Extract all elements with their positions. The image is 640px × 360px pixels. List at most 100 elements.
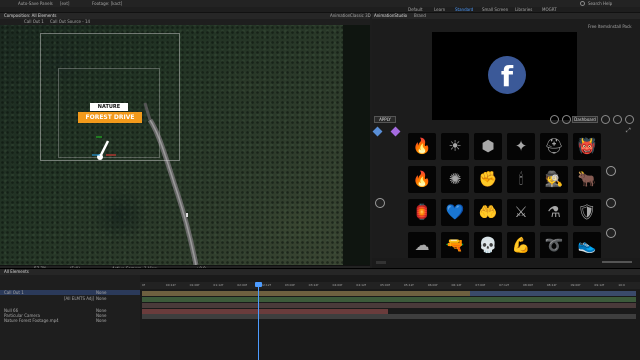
tab-animation-studio[interactable]: AnimationStudio [374, 13, 407, 18]
lantern-icon[interactable]: 🏮 [408, 199, 436, 226]
fire-bowl-icon[interactable]: 🔥 [408, 133, 436, 160]
layer-mode[interactable]: None [96, 296, 106, 301]
arm-icon[interactable]: 💪 [507, 232, 535, 259]
layer-mode[interactable]: None [96, 290, 106, 295]
layer-bar[interactable] [470, 291, 636, 296]
blue-gem-icon[interactable] [372, 126, 383, 137]
purple-gem-icon[interactable] [390, 126, 401, 137]
detective-icon[interactable]: 🕵 [540, 166, 568, 193]
ruler-tick: 06:12f [451, 283, 462, 287]
ruler-tick: 03:00f [284, 283, 295, 287]
helmet-icon[interactable]: ⛑ [540, 133, 568, 160]
zoom-slider[interactable] [602, 261, 632, 263]
dashboard-button[interactable]: Dashboard [572, 116, 598, 123]
menu-ext-label[interactable]: [ext] [60, 1, 69, 6]
next-arrow-icon[interactable] [606, 198, 616, 208]
layer-row[interactable]: Nature Forest Footage.mp4 None [0, 318, 140, 323]
tab-brand[interactable]: Brand [414, 13, 426, 18]
animation-studio-panel: AnimationStudio Brand Free Items Install… [372, 13, 640, 268]
ruler-tick: 08:12f [546, 283, 557, 287]
potion-icon[interactable]: ⚗ [540, 199, 568, 226]
layer-bar[interactable] [142, 291, 470, 296]
shield-icon[interactable]: 🛡 [573, 199, 601, 226]
install-pack-link[interactable]: Install Pack [609, 24, 632, 29]
heart-hand-icon[interactable]: 💙 [441, 199, 469, 226]
fire-fist-icon[interactable]: ✊ [474, 166, 502, 193]
playhead[interactable] [258, 282, 259, 360]
layer-row[interactable]: [All ELMTS Adj] None [0, 296, 140, 301]
refresh-icon[interactable] [601, 115, 610, 124]
apply-button[interactable]: APPLY [374, 116, 396, 123]
icon-grid: 🔥 ☀ ⬢ ✦ ⛑ 👹 🔥 ✺ ✊ 🕯 🕵 🐂 🏮 💙 🤲 ⚔ ⚗ 🛡 ☁ 🔫 💀 💪 ➰ 👟 [408, 133, 604, 259]
scroll-down-icon[interactable] [606, 228, 616, 238]
scroll-up-icon[interactable] [606, 166, 616, 176]
time-ruler[interactable]: 0f 00:12f 01:00f 01:12f 02:00f 02:12f 03:00f 03… [140, 282, 640, 289]
user-icon[interactable] [613, 115, 622, 124]
hand-fire-icon[interactable]: 🤲 [474, 199, 502, 226]
ruler-tick: 02:12f [261, 283, 271, 287]
composition-viewer[interactable]: NATURE FOREST DRIVE [0, 25, 370, 265]
facebook-icon: f [488, 56, 526, 94]
workspace-libraries[interactable]: Libraries [515, 7, 532, 12]
gun-icon[interactable]: 🔫 [441, 232, 469, 259]
stars-icon[interactable]: ✦ [507, 133, 535, 160]
ruler-tick: 06:00f [427, 283, 438, 287]
layer-name: [All ELMTS Adj] [64, 296, 95, 301]
title-top-label[interactable]: NATURE [90, 103, 128, 111]
classic-3d-tab[interactable]: Classic 3D [350, 13, 371, 18]
layer-name: Nature Forest Footage.mp4 [4, 318, 59, 323]
torch-icon[interactable]: 🕯 [507, 166, 535, 193]
layer-row[interactable]: Call Out 1 None [0, 290, 140, 295]
demon-icon[interactable]: 👹 [573, 133, 601, 160]
flame-icon[interactable]: 🔥 [408, 166, 436, 193]
mushroom-cloud-icon[interactable]: ☁ [408, 232, 436, 259]
layer-bar[interactable] [142, 303, 636, 308]
workspace-small-screen[interactable]: Small Screen [482, 7, 508, 12]
skull-icon[interactable]: 💀 [474, 232, 502, 259]
ruler-tick: 04:00f [332, 283, 343, 287]
layer-list: Call Out 1 None [All ELMTS Adj] None Nul… [0, 275, 140, 360]
animation-tab[interactable]: Animation [330, 13, 350, 18]
help-icon[interactable] [625, 115, 634, 124]
expand-icon[interactable]: ⤢ [626, 128, 631, 134]
ruler-tick: 07:12f [499, 283, 509, 287]
blue-spark-icon[interactable]: ✺ [441, 166, 469, 193]
crossed-swords-icon[interactable]: ⚔ [507, 199, 535, 226]
workspace-default[interactable]: Default [408, 7, 423, 12]
sun-burst-icon[interactable]: ☀ [441, 133, 469, 160]
timeline-tab[interactable]: All Elements [4, 269, 29, 274]
right-panel-footer [372, 258, 640, 268]
prev-arrow-icon[interactable] [375, 198, 385, 208]
rope-icon[interactable]: ➰ [540, 232, 568, 259]
red-gem-icon[interactable]: ⬢ [474, 133, 502, 160]
ruler-tick: 0f [142, 283, 145, 287]
layer-mode[interactable]: None [96, 318, 106, 323]
ruler-tick: 02:00f [237, 283, 247, 287]
search-help-label[interactable]: Search Help [588, 1, 612, 6]
ruler-tick: 09:12f [594, 283, 605, 287]
layer-bar[interactable] [142, 297, 636, 302]
pin-pointer-icon[interactable] [92, 135, 122, 163]
layer-bar[interactable] [142, 314, 636, 319]
workspace-mogrt[interactable]: MOGRT [542, 7, 557, 12]
workspace-standard[interactable]: Standard [455, 7, 473, 12]
auto-save-label[interactable]: Auto-Save Panels [18, 1, 53, 6]
settings-icon[interactable] [562, 115, 571, 124]
search-icon[interactable] [580, 1, 585, 6]
sneaker-icon[interactable]: 👟 [573, 232, 601, 259]
title-main-label[interactable]: FOREST DRIVE [78, 112, 142, 123]
workspace-learn[interactable]: Learn [434, 7, 445, 12]
bull-icon[interactable]: 🐂 [573, 166, 601, 193]
ruler-tick: 10:0 [618, 283, 625, 287]
grid-view-icon[interactable] [550, 115, 559, 124]
ruler-tick: 00:12f [165, 283, 176, 287]
free-items-link[interactable]: Free Items [588, 24, 609, 29]
timeline-panel: All Elements Call Out 1 None [All ELMTS … [0, 268, 640, 360]
comp-tab[interactable]: Composition: All Elements [4, 13, 56, 18]
crumb-call-out[interactable]: Call Out 1 [24, 19, 44, 24]
crumb-call-out-source[interactable]: Call Out Source - 14 [50, 19, 90, 24]
ruler-tick: 08:00f [522, 283, 533, 287]
ruler-tick: 05:00f [380, 283, 390, 287]
menu-footage-label[interactable]: Footage: [kact] [92, 1, 122, 6]
footer-slider[interactable] [376, 261, 386, 264]
